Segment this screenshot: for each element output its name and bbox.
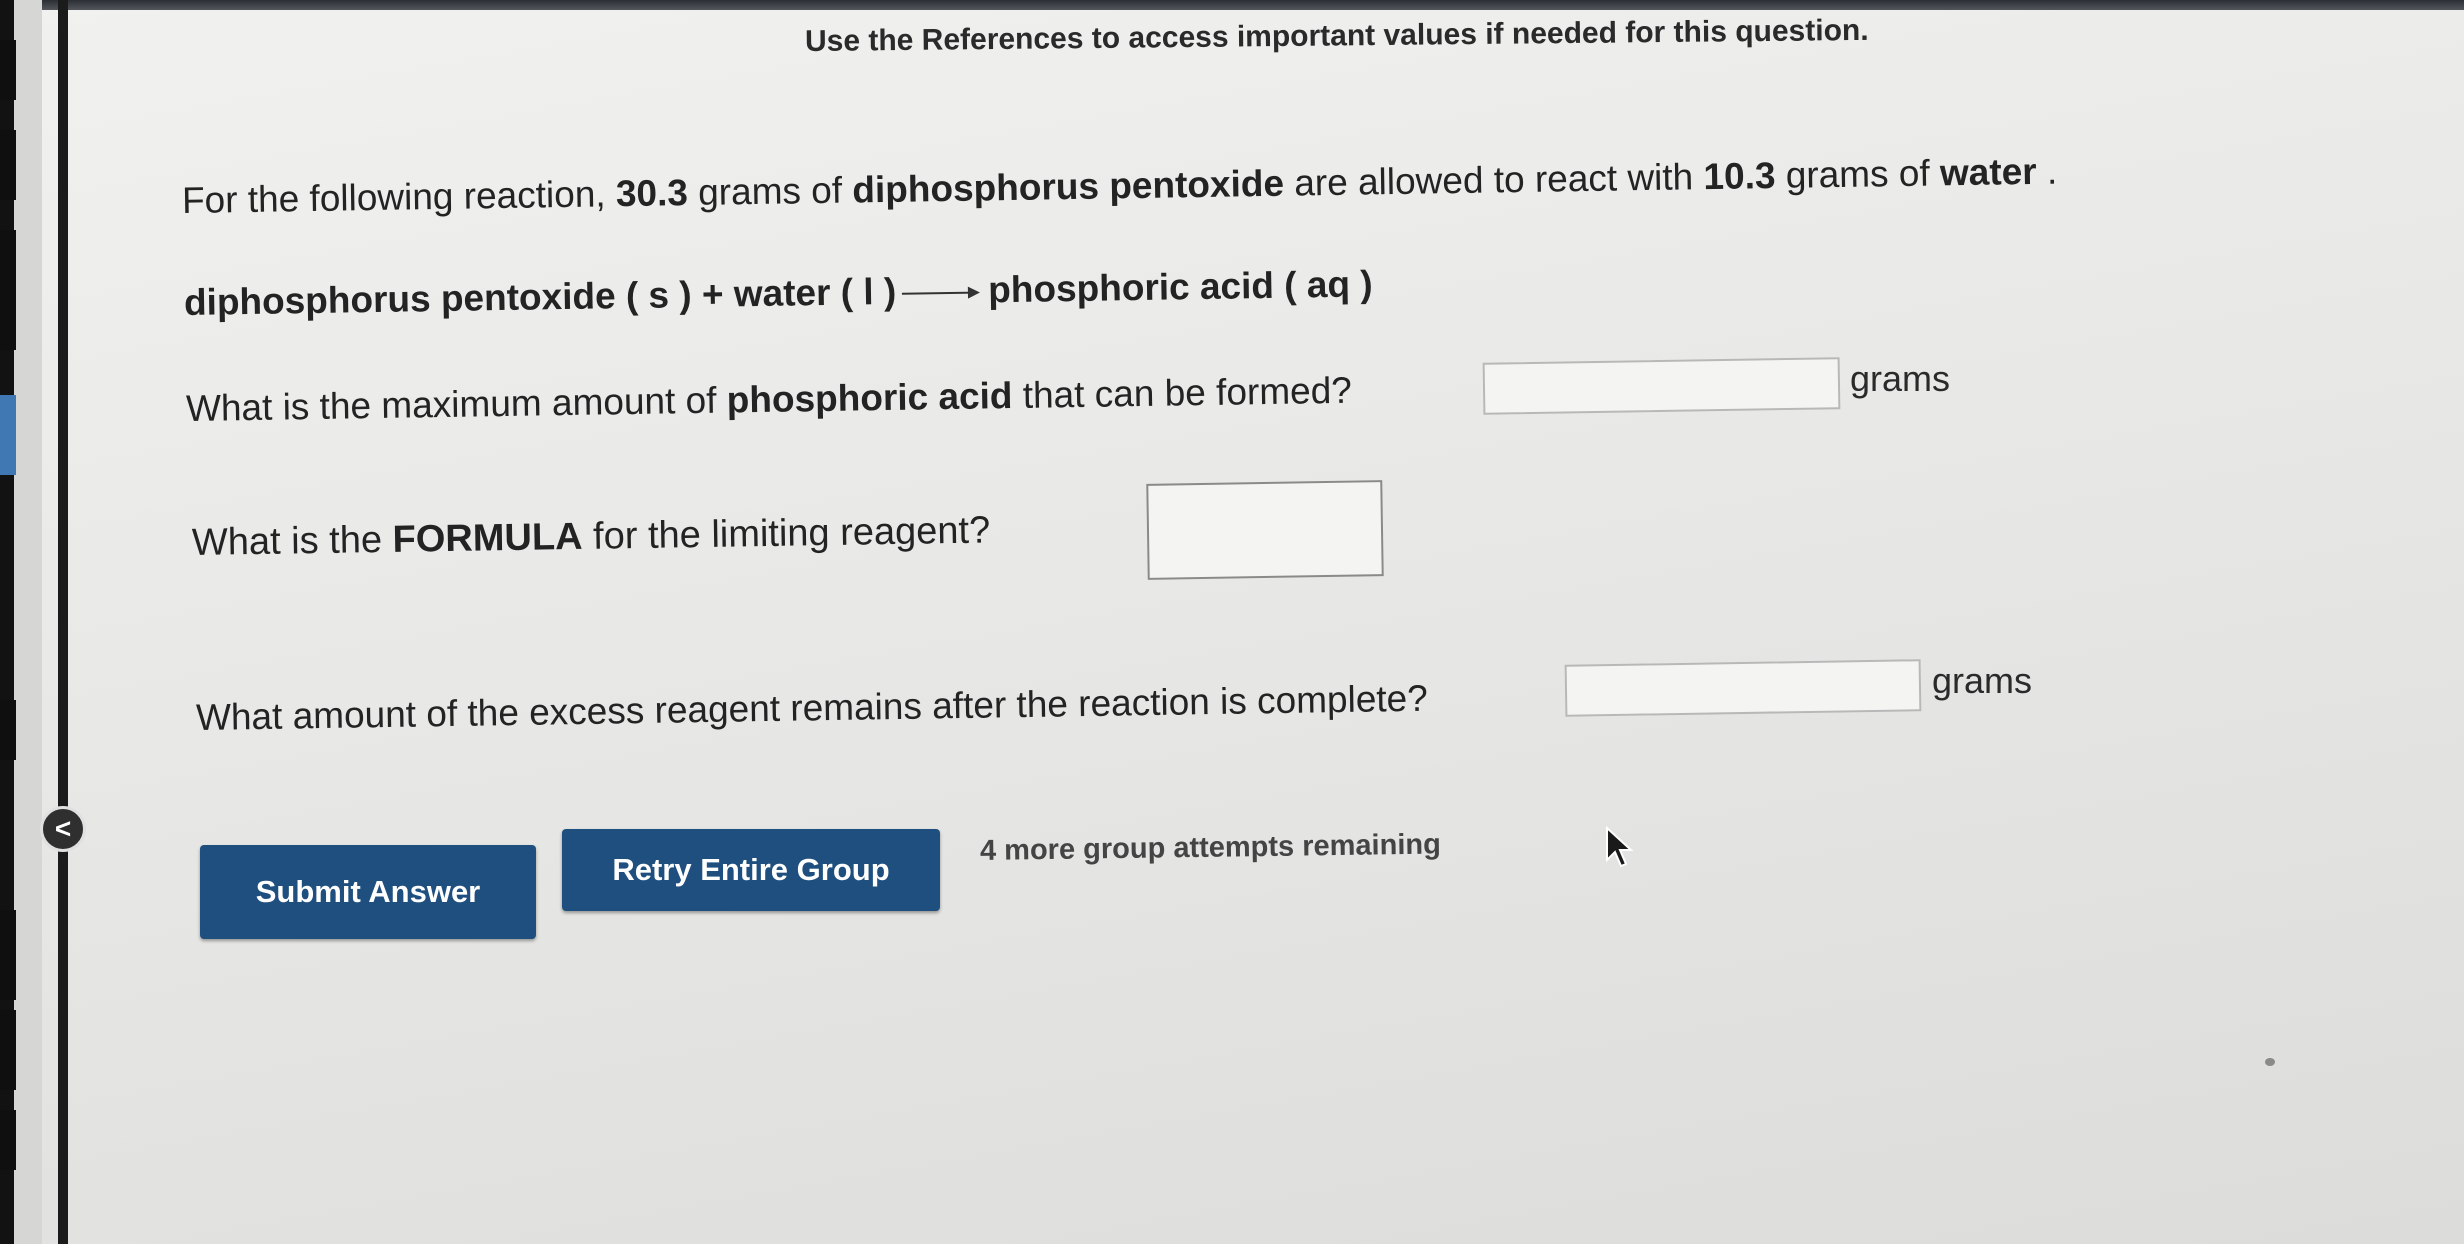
screen: < Use the References to access important… [0, 0, 2464, 1244]
question-panel: Use the References to access important v… [100, 0, 2464, 1244]
excess-remaining-input[interactable] [1564, 659, 1922, 717]
question-max-product: What is the maximum amount of phosphoric… [185, 369, 1353, 429]
attempts-remaining-text: 4 more group attempts remaining [979, 828, 1442, 867]
equation-products: phosphoric acid ( aq ) [987, 263, 1373, 311]
question-limiting-reagent: What is the FORMULA for the limiting rea… [191, 509, 991, 564]
equation-reactants: diphosphorus pentoxide ( s ) + water ( l… [183, 270, 897, 323]
retry-entire-group-button[interactable]: Retry Entire Group [562, 829, 940, 911]
sidebar-tab-active[interactable] [0, 395, 16, 475]
sidebar-tab[interactable] [0, 910, 16, 1000]
reactant1-name: diphosphorus pentoxide [852, 162, 1285, 211]
screen-speck [2265, 1058, 2275, 1066]
submit-answer-button[interactable]: Submit Answer [200, 845, 536, 939]
max-product-input[interactable] [1482, 357, 1841, 415]
sidebar-tab[interactable] [0, 230, 16, 350]
reaction-intro: For the following reaction, 30.3 grams o… [181, 150, 2058, 221]
max-product-unit: grams [1850, 358, 1951, 399]
question-excess-remaining: What amount of the excess reagent remain… [195, 677, 1429, 738]
reaction-arrow-icon [902, 286, 982, 301]
sidebar-tab[interactable] [0, 40, 16, 100]
reactant2-name: water [1939, 150, 2037, 194]
sidebar-tab[interactable] [0, 1010, 16, 1090]
reactant1-mass: 30.3 [615, 172, 689, 215]
reaction-equation: diphosphorus pentoxide ( s ) + water ( l… [184, 263, 1373, 324]
sidebar-divider [58, 0, 68, 1244]
reactant2-mass: 10.3 [1703, 154, 1776, 198]
collapse-sidebar-button[interactable]: < [40, 806, 86, 852]
mouse-cursor-icon [1606, 826, 1634, 868]
left-sidebar [0, 0, 42, 1244]
excess-remaining-unit: grams [1932, 660, 2033, 701]
chevron-left-icon: < [54, 813, 72, 844]
sidebar-tab[interactable] [0, 1110, 16, 1170]
sidebar-tab[interactable] [0, 700, 16, 760]
sidebar-tab[interactable] [0, 130, 16, 200]
limiting-reagent-input[interactable] [1146, 480, 1384, 580]
references-note: Use the References to access important v… [804, 13, 1869, 58]
